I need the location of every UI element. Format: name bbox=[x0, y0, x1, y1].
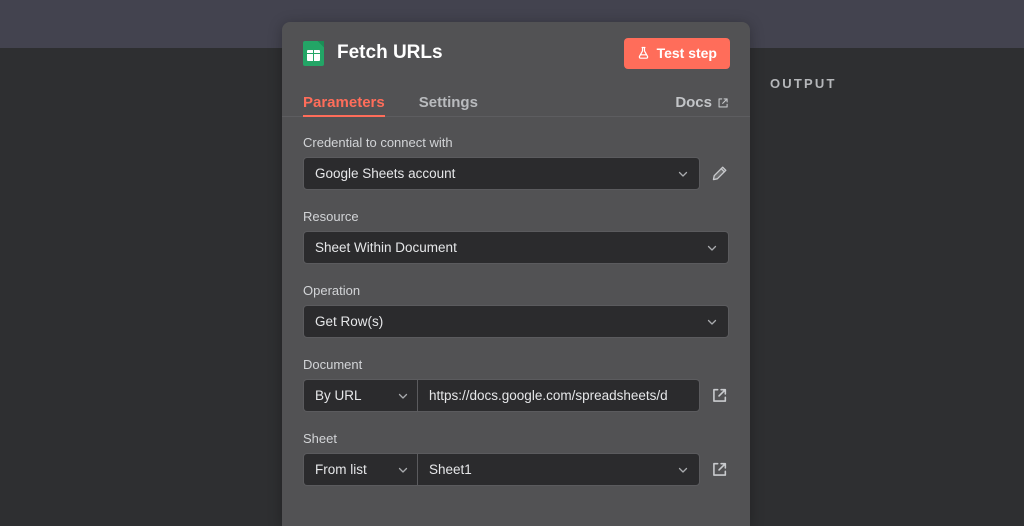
workflow-canvas: OUTPUT Fetch URLs Test step Parameters bbox=[0, 0, 1024, 526]
field-resource: Resource Sheet Within Document bbox=[303, 209, 729, 264]
parameters-form: Credential to connect with Google Sheets… bbox=[282, 117, 750, 486]
operation-select[interactable]: Get Row(s) bbox=[303, 305, 729, 338]
chevron-down-icon bbox=[706, 316, 718, 328]
sheet-name-select[interactable]: Sheet1 bbox=[417, 453, 700, 486]
document-mode-select[interactable]: By URL bbox=[303, 379, 417, 412]
tab-settings-label: Settings bbox=[419, 94, 478, 111]
panel-tabs: Parameters Settings Docs bbox=[282, 84, 750, 117]
external-link-icon bbox=[711, 461, 728, 478]
sheet-control: From list Sheet1 bbox=[303, 453, 729, 486]
document-label: Document bbox=[303, 357, 729, 372]
external-link-icon bbox=[717, 97, 729, 109]
test-step-label: Test step bbox=[657, 45, 717, 61]
chevron-down-icon bbox=[677, 168, 689, 180]
resource-select[interactable]: Sheet Within Document bbox=[303, 231, 729, 264]
document-input-group: By URL https://docs.google.com/spreadshe… bbox=[303, 379, 700, 412]
node-header: Fetch URLs Test step bbox=[282, 22, 750, 84]
tab-settings[interactable]: Settings bbox=[419, 94, 478, 117]
pencil-icon bbox=[711, 165, 728, 182]
node-title: Fetch URLs bbox=[337, 42, 443, 64]
sheet-mode-select[interactable]: From list bbox=[303, 453, 417, 486]
credential-select[interactable]: Google Sheets account bbox=[303, 157, 700, 190]
docs-link-label: Docs bbox=[675, 94, 712, 111]
resource-label: Resource bbox=[303, 209, 729, 224]
document-control: By URL https://docs.google.com/spreadshe… bbox=[303, 379, 729, 412]
flask-icon bbox=[637, 46, 650, 60]
document-url-input[interactable]: https://docs.google.com/spreadsheets/d bbox=[417, 379, 700, 412]
chevron-down-icon bbox=[677, 464, 689, 476]
sheet-mode-value: From list bbox=[315, 462, 389, 477]
resource-control: Sheet Within Document bbox=[303, 231, 729, 264]
sheet-input-group: From list Sheet1 bbox=[303, 453, 700, 486]
sheet-label: Sheet bbox=[303, 431, 729, 446]
credential-label: Credential to connect with bbox=[303, 135, 729, 150]
chevron-down-icon bbox=[397, 390, 409, 402]
document-mode-value: By URL bbox=[315, 388, 389, 403]
field-document: Document By URL https://docs.google.com/… bbox=[303, 357, 729, 412]
field-operation: Operation Get Row(s) bbox=[303, 283, 729, 338]
chevron-down-icon bbox=[397, 464, 409, 476]
chevron-down-icon bbox=[706, 242, 718, 254]
credential-value: Google Sheets account bbox=[315, 166, 669, 181]
field-credential: Credential to connect with Google Sheets… bbox=[303, 135, 729, 190]
tab-parameters[interactable]: Parameters bbox=[303, 94, 385, 117]
credential-control: Google Sheets account bbox=[303, 157, 729, 190]
operation-value: Get Row(s) bbox=[315, 314, 698, 329]
external-link-icon bbox=[711, 387, 728, 404]
tab-parameters-label: Parameters bbox=[303, 94, 385, 111]
operation-control: Get Row(s) bbox=[303, 305, 729, 338]
operation-label: Operation bbox=[303, 283, 729, 298]
field-sheet: Sheet From list Sheet1 bbox=[303, 431, 729, 486]
node-details-panel: Fetch URLs Test step Parameters Settings… bbox=[282, 22, 750, 526]
output-panel-label: OUTPUT bbox=[770, 76, 837, 91]
open-sheet-button[interactable] bbox=[709, 460, 729, 480]
document-url-value: https://docs.google.com/spreadsheets/d bbox=[429, 388, 689, 403]
google-sheets-icon bbox=[303, 41, 324, 66]
docs-link[interactable]: Docs bbox=[675, 94, 729, 117]
edit-credential-button[interactable] bbox=[709, 164, 729, 184]
resource-value: Sheet Within Document bbox=[315, 240, 698, 255]
test-step-button[interactable]: Test step bbox=[624, 38, 730, 69]
open-document-button[interactable] bbox=[709, 386, 729, 406]
sheet-name-value: Sheet1 bbox=[429, 462, 669, 477]
